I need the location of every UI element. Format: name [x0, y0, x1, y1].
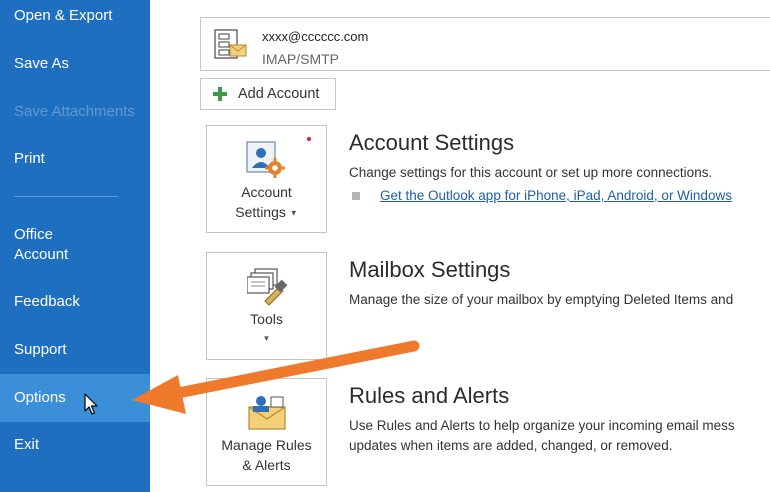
- card-label-line1: Manage Rules: [221, 437, 312, 453]
- backstage-sidebar: Open & Export Save As Save Attachments P…: [0, 0, 150, 492]
- nav-label: Options: [14, 389, 66, 406]
- nav-label: Feedback: [14, 293, 80, 310]
- nav-label: Print: [14, 150, 45, 167]
- dropdown-caret-icon: ▼: [289, 208, 298, 218]
- card-label-line1: Tools: [250, 311, 283, 327]
- nav-label: Support: [14, 341, 67, 358]
- nav-office-account[interactable]: Office Account: [0, 225, 150, 265]
- nav-label: Open & Export: [14, 7, 113, 24]
- bullet-icon: [352, 192, 360, 200]
- account-settings-description: Change settings for this account or set …: [349, 165, 713, 180]
- mail-account-icon: [214, 29, 247, 59]
- rules-alerts-description-line2: updates when items are added, changed, o…: [349, 438, 673, 453]
- mailbox-settings-title: Mailbox Settings: [349, 257, 511, 282]
- rules-alerts-title: Rules and Alerts: [349, 383, 510, 408]
- nav-save-attachments: Save Attachments: [0, 103, 150, 120]
- card-label-line1: Account: [241, 184, 292, 200]
- nav-feedback[interactable]: Feedback: [0, 293, 150, 310]
- rules-alerts-description-line1: Use Rules and Alerts to help organize yo…: [349, 418, 735, 433]
- plus-icon: [213, 87, 227, 101]
- add-account-label: Add Account: [238, 86, 320, 102]
- nav-label: Save Attachments: [14, 103, 135, 120]
- account-settings-title: Account Settings: [349, 130, 515, 155]
- nav-label: Save As: [14, 55, 70, 72]
- nav-save-as[interactable]: Save As: [0, 55, 150, 72]
- nav-label: Exit: [14, 436, 40, 453]
- account-selector[interactable]: xxxx@cccccc.com IMAP/SMTP: [200, 17, 770, 71]
- nav-label-line2: Account: [14, 246, 69, 263]
- nav-options[interactable]: Options: [0, 374, 150, 422]
- add-account-button[interactable]: Add Account: [200, 78, 336, 110]
- account-settings-button[interactable]: Account Settings ▼: [206, 125, 327, 233]
- nav-support[interactable]: Support: [0, 341, 150, 358]
- manage-rules-alerts-button[interactable]: Manage Rules & Alerts: [206, 378, 327, 486]
- tools-icon: [247, 268, 288, 306]
- mailbox-settings-description: Manage the size of your mailbox by empty…: [349, 292, 734, 307]
- notification-dot: [307, 137, 311, 141]
- outlook-app-link[interactable]: Get the Outlook app for iPhone, iPad, An…: [380, 188, 732, 203]
- nav-print[interactable]: Print: [0, 150, 150, 167]
- card-label-line2: & Alerts: [242, 457, 291, 473]
- card-label-text: Settings: [235, 204, 286, 220]
- card-label-line2: Settings ▼: [207, 202, 326, 223]
- account-email: xxxx@cccccc.com: [262, 29, 369, 44]
- nav-label-line1: Office: [14, 226, 53, 243]
- nav-divider: [14, 196, 118, 197]
- account-settings-icon: [246, 141, 285, 178]
- nav-open-export[interactable]: Open & Export: [0, 7, 150, 24]
- tools-button[interactable]: Tools ▼: [206, 252, 327, 360]
- dropdown-caret-icon: ▼: [262, 334, 271, 343]
- rules-alerts-icon: [248, 396, 286, 430]
- mouse-cursor-icon: [84, 393, 98, 415]
- nav-exit[interactable]: Exit: [0, 436, 150, 453]
- account-type: IMAP/SMTP: [262, 51, 340, 67]
